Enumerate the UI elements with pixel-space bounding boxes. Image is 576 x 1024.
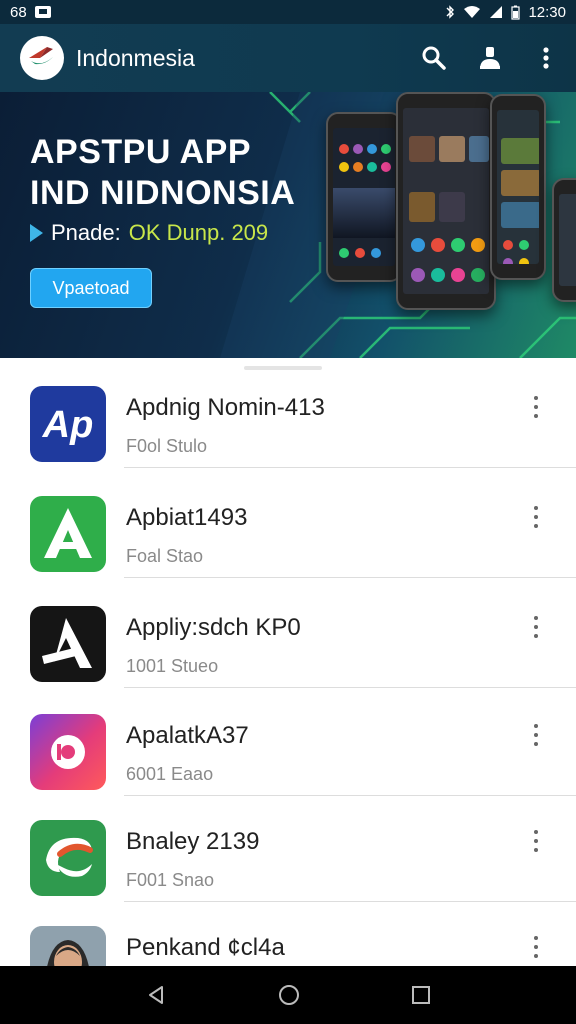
person-avatar-icon [30, 926, 106, 966]
list-item[interactable]: Ap Apdnig Nomin-413 F0ol Stulo [0, 358, 576, 468]
phone-mockup-left [326, 112, 402, 282]
more-vert-icon[interactable] [526, 828, 546, 854]
black-a-logo-icon [30, 606, 106, 682]
green-swirl-logo-icon [30, 820, 106, 896]
account-icon[interactable] [476, 44, 504, 72]
banner-subtitle-highlight: OK Dunp. 209 [128, 220, 269, 245]
list-item[interactable]: ApalatkA37 6001 Eaao [0, 686, 576, 796]
app-subtitle: F0ol Stulo [126, 436, 208, 456]
navigation-bar [0, 966, 576, 1024]
app-subtitle: 1001 Stueo [126, 656, 219, 676]
more-vert-icon[interactable] [526, 504, 546, 530]
pink-gradient-logo-icon [30, 714, 106, 790]
play-icon [30, 224, 43, 242]
search-icon[interactable] [420, 44, 448, 72]
app-list: Ap Apdnig Nomin-413 F0ol Stulo Apbiat149… [0, 358, 576, 966]
app-logo-icon[interactable] [20, 36, 64, 80]
more-vert-icon[interactable] [526, 614, 546, 640]
status-bar: 68 12:30 [0, 0, 576, 24]
app-name: Appliy:sdch KP0 [126, 614, 301, 641]
status-time: 12:30 [528, 3, 566, 21]
phone-mockup-right [490, 94, 546, 280]
home-icon[interactable] [277, 983, 301, 1007]
more-vert-icon[interactable] [526, 722, 546, 748]
phone-mockup-edge [552, 178, 576, 302]
green-a-logo-icon [30, 496, 106, 572]
banner-subtitle: Pnade: OK Dunp. 209 [30, 220, 268, 246]
bluetooth-icon [446, 5, 455, 19]
svg-text:Ap: Ap [42, 404, 94, 446]
list-item[interactable]: Apbiat1493 Foal Stao [0, 468, 576, 578]
app-name: Penkand ¢cl4a [126, 934, 285, 961]
banner-title: APSTPU APP IND NIDNONSIA [30, 132, 295, 214]
recents-icon[interactable] [411, 985, 431, 1005]
ap-logo-icon: Ap [30, 386, 106, 462]
app-bar: Indonmesia [0, 24, 576, 92]
list-item[interactable]: Penkand ¢cl4a [0, 898, 576, 966]
app-name: Bnaley 2139 [126, 828, 260, 855]
promo-banner[interactable]: APSTPU APP IND NIDNONSIA Pnade: OK Dunp.… [0, 92, 576, 358]
app-subtitle: 6001 Eaao [126, 764, 214, 784]
app-subtitle: F001 Snao [126, 870, 215, 890]
back-icon[interactable] [145, 984, 167, 1006]
notification-icon [34, 6, 51, 18]
status-left-text: 68 [10, 3, 27, 21]
app-subtitle: Foal Stao [126, 546, 204, 566]
banner-subtitle-prefix: Pnade: [51, 220, 121, 245]
more-vert-icon[interactable] [532, 44, 560, 72]
list-item[interactable]: Appliy:sdch KP0 1001 Stueo [0, 578, 576, 688]
signal-icon [490, 6, 503, 18]
wifi-icon [464, 6, 481, 18]
app-name: Apdnig Nomin-413 [126, 394, 325, 421]
phone-mockup-center [396, 92, 496, 310]
banner-title-line2: IND NIDNONSIA [30, 174, 296, 212]
more-vert-icon[interactable] [526, 934, 546, 960]
app-title: Indonmesia [76, 44, 195, 71]
list-item[interactable]: Bnaley 2139 F001 Snao [0, 792, 576, 902]
more-vert-icon[interactable] [526, 394, 546, 420]
app-name: Apbiat1493 [126, 504, 248, 531]
banner-title-line1: APSTPU APP [30, 133, 252, 171]
app-name: ApalatkA37 [126, 722, 249, 749]
battery-icon [511, 5, 521, 20]
banner-download-button[interactable]: Vpaetoad [30, 268, 152, 308]
